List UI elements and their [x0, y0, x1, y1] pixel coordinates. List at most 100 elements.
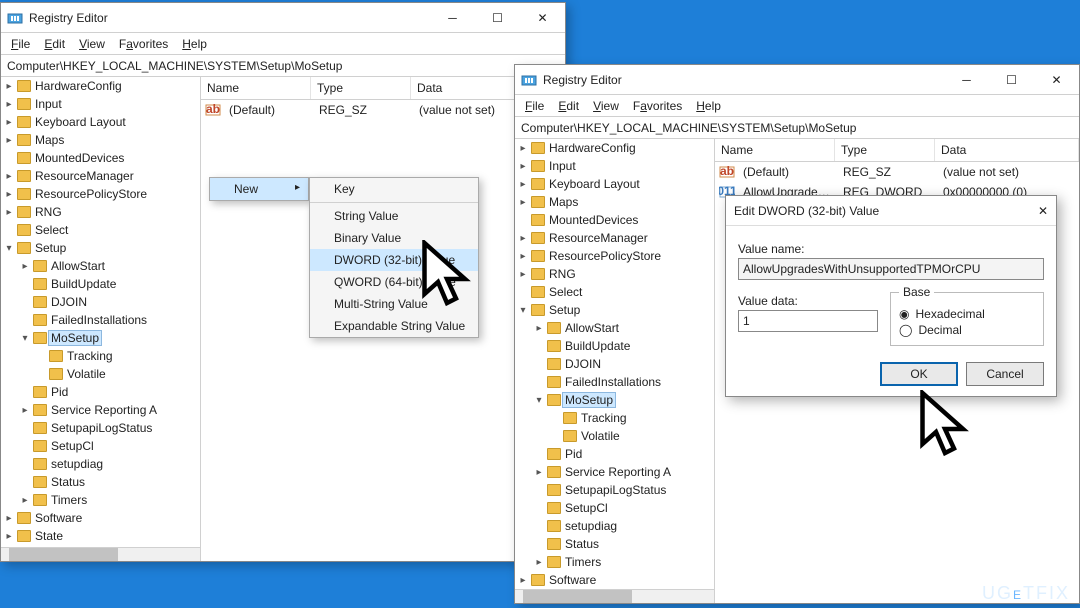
expand-toggle-icon[interactable]	[517, 197, 529, 208]
tree-item[interactable]: AllowStart	[19, 257, 200, 275]
tree-item[interactable]: DJOIN	[19, 293, 200, 311]
tree-item[interactable]: MountedDevices	[517, 211, 714, 229]
key-tree[interactable]: HardwareConfigInputKeyboard LayoutMapsMo…	[1, 77, 201, 561]
menu-favorites[interactable]: Favorites	[113, 35, 174, 53]
col-name[interactable]: Name	[201, 77, 311, 99]
col-data[interactable]: Data	[935, 139, 1079, 161]
tree-item[interactable]: MoSetup	[19, 329, 200, 347]
expand-toggle-icon[interactable]	[19, 333, 31, 344]
col-type[interactable]: Type	[311, 77, 411, 99]
tree-item[interactable]: Tracking	[549, 409, 714, 427]
tree-item[interactable]: Status	[533, 535, 714, 553]
tree-item[interactable]: State	[3, 527, 200, 545]
close-button[interactable]: ✕	[1034, 65, 1079, 95]
tree-item[interactable]: RNG	[517, 265, 714, 283]
tree-item[interactable]: Setup	[517, 301, 714, 319]
maximize-button[interactable]: ☐	[989, 65, 1034, 95]
address-bar[interactable]: Computer\HKEY_LOCAL_MACHINE\SYSTEM\Setup…	[1, 55, 565, 77]
tree-item[interactable]: HardwareConfig	[3, 77, 200, 95]
expand-toggle-icon[interactable]	[3, 189, 15, 200]
ctx-item[interactable]: Expandable String Value	[310, 315, 478, 337]
horizontal-scrollbar[interactable]	[515, 589, 714, 603]
tree-item[interactable]: HardwareConfig	[517, 139, 714, 157]
tree-item[interactable]: DJOIN	[533, 355, 714, 373]
ctx-new[interactable]: New ▸	[210, 178, 308, 200]
tree-item[interactable]: setupdiag	[533, 517, 714, 535]
expand-toggle-icon[interactable]	[533, 557, 545, 568]
menu-help[interactable]: Help	[176, 35, 213, 53]
close-icon[interactable]: ✕	[1038, 204, 1048, 218]
tree-item[interactable]: Setup	[3, 239, 200, 257]
menu-view[interactable]: View	[587, 97, 625, 115]
titlebar[interactable]: Registry Editor ─ ☐ ✕	[515, 65, 1079, 95]
ctx-item[interactable]: DWORD (32-bit) Value	[310, 249, 478, 271]
expand-toggle-icon[interactable]	[3, 117, 15, 128]
tree-item[interactable]: Status	[19, 473, 200, 491]
tree-item[interactable]: SetupCl	[19, 437, 200, 455]
ok-button[interactable]: OK	[880, 362, 958, 386]
tree-item[interactable]: Tracking	[35, 347, 200, 365]
tree-item[interactable]: Pid	[19, 383, 200, 401]
col-name[interactable]: Name	[715, 139, 835, 161]
expand-toggle-icon[interactable]	[3, 99, 15, 110]
tree-item[interactable]: Pid	[533, 445, 714, 463]
menu-help[interactable]: Help	[690, 97, 727, 115]
tree-item[interactable]: Service Reporting A	[533, 463, 714, 481]
expand-toggle-icon[interactable]	[3, 207, 15, 218]
minimize-button[interactable]: ─	[944, 65, 989, 95]
tree-item[interactable]: Select	[3, 221, 200, 239]
value-data-field[interactable]	[738, 310, 878, 332]
expand-toggle-icon[interactable]	[19, 261, 31, 272]
tree-item[interactable]: ResourcePolicyStore	[3, 185, 200, 203]
tree-item[interactable]: Keyboard Layout	[517, 175, 714, 193]
tree-item[interactable]: FailedInstallations	[533, 373, 714, 391]
expand-toggle-icon[interactable]	[517, 305, 529, 316]
close-button[interactable]: ✕	[520, 3, 565, 33]
tree-item[interactable]: MountedDevices	[3, 149, 200, 167]
expand-toggle-icon[interactable]	[533, 323, 545, 334]
expand-toggle-icon[interactable]	[517, 233, 529, 244]
cancel-button[interactable]: Cancel	[966, 362, 1044, 386]
tree-item[interactable]: BuildUpdate	[19, 275, 200, 293]
tree-item[interactable]: Software	[3, 509, 200, 527]
maximize-button[interactable]: ☐	[475, 3, 520, 33]
value-name-field[interactable]	[738, 258, 1044, 280]
expand-toggle-icon[interactable]	[517, 161, 529, 172]
tree-item[interactable]: Select	[517, 283, 714, 301]
ctx-item[interactable]: QWORD (64-bit) Value	[310, 271, 478, 293]
ctx-item[interactable]: Multi-String Value	[310, 293, 478, 315]
expand-toggle-icon[interactable]	[3, 171, 15, 182]
menu-edit[interactable]: Edit	[552, 97, 585, 115]
tree-item[interactable]: setupdiag	[19, 455, 200, 473]
expand-toggle-icon[interactable]	[3, 243, 15, 254]
value-row[interactable]: ab(Default)REG_SZ(value not set)	[715, 162, 1079, 182]
tree-item[interactable]: SetupCl	[533, 499, 714, 517]
menu-favorites[interactable]: Favorites	[627, 97, 688, 115]
horizontal-scrollbar[interactable]	[1, 547, 200, 561]
expand-toggle-icon[interactable]	[517, 251, 529, 262]
tree-item[interactable]: Keyboard Layout	[3, 113, 200, 131]
tree-item[interactable]: Volatile	[549, 427, 714, 445]
tree-item[interactable]: ResourceManager	[517, 229, 714, 247]
tree-item[interactable]: Input	[3, 95, 200, 113]
radio-decimal[interactable]: ◯ Decimal	[899, 323, 1035, 337]
expand-toggle-icon[interactable]	[19, 495, 31, 506]
menu-file[interactable]: File	[5, 35, 36, 53]
expand-toggle-icon[interactable]	[517, 269, 529, 280]
ctx-item[interactable]: String Value	[310, 205, 478, 227]
expand-toggle-icon[interactable]	[3, 513, 15, 524]
expand-toggle-icon[interactable]	[3, 531, 15, 542]
address-bar[interactable]: Computer\HKEY_LOCAL_MACHINE\SYSTEM\Setup…	[515, 117, 1079, 139]
tree-item[interactable]: ResourcePolicyStore	[517, 247, 714, 265]
col-type[interactable]: Type	[835, 139, 935, 161]
ctx-item[interactable]: Key	[310, 178, 478, 200]
tree-item[interactable]: Timers	[19, 491, 200, 509]
tree-item[interactable]: Service Reporting A	[19, 401, 200, 419]
tree-item[interactable]: Software	[517, 571, 714, 589]
tree-item[interactable]: ResourceManager	[3, 167, 200, 185]
expand-toggle-icon[interactable]	[533, 467, 545, 478]
tree-item[interactable]: MoSetup	[533, 391, 714, 409]
expand-toggle-icon[interactable]	[533, 395, 545, 406]
tree-item[interactable]: Volatile	[35, 365, 200, 383]
expand-toggle-icon[interactable]	[3, 81, 15, 92]
